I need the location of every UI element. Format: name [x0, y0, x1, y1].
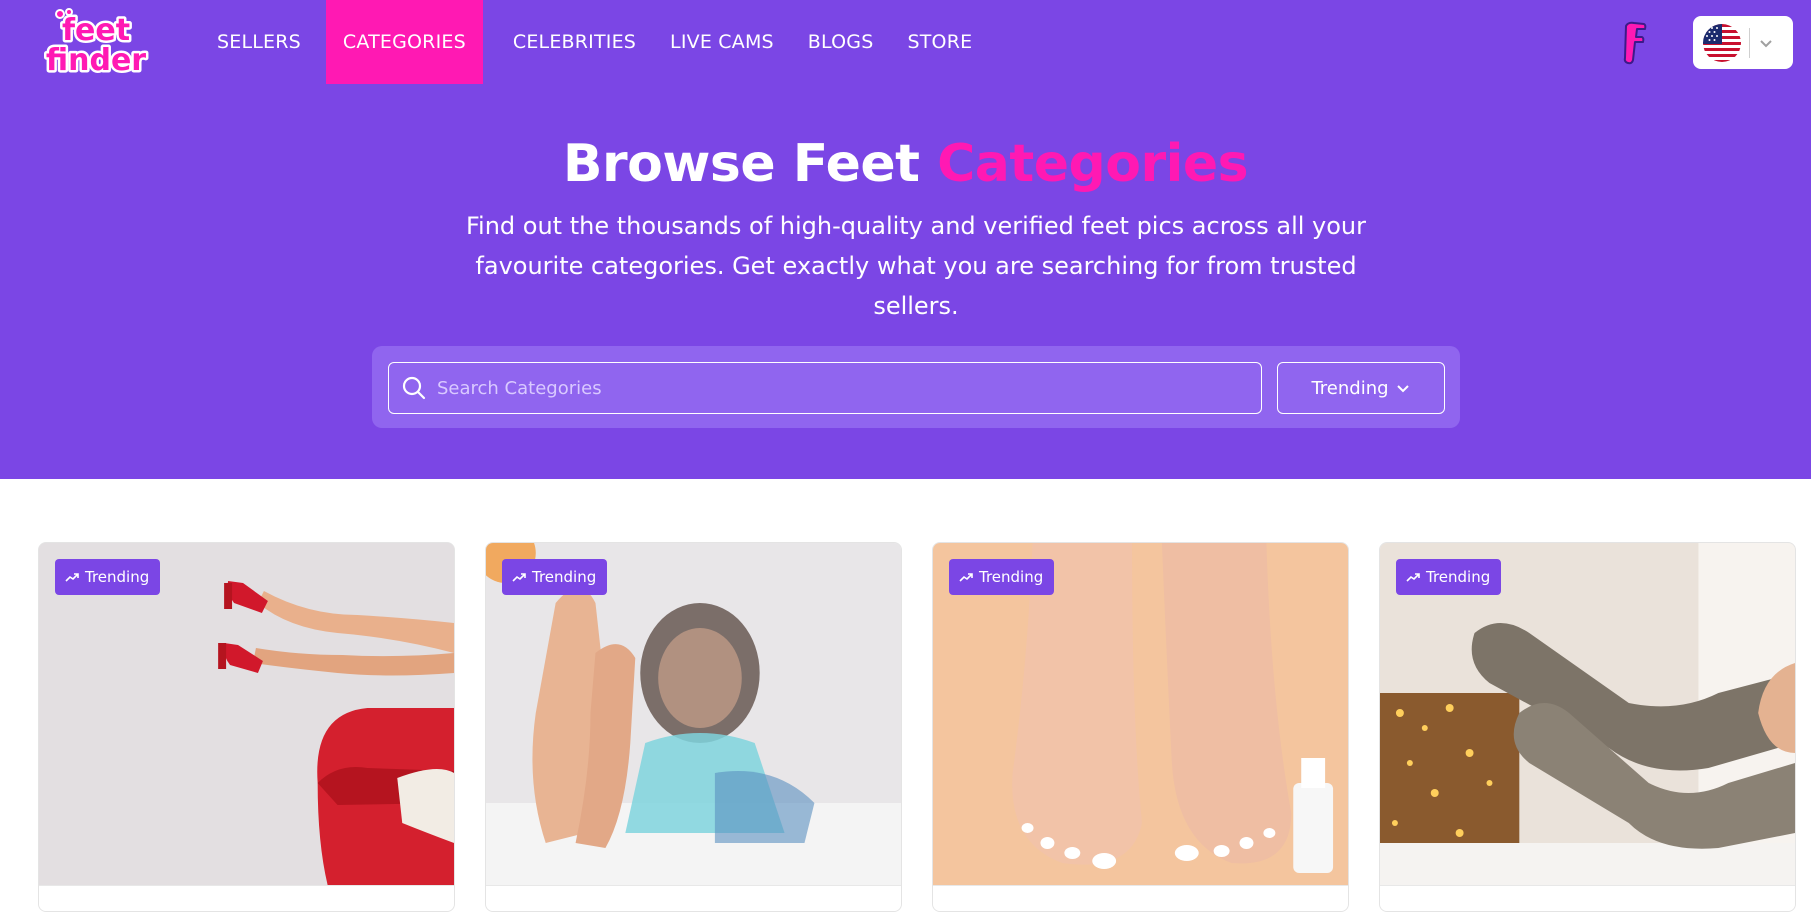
trending-badge: Trending [949, 559, 1055, 595]
trending-badge: Trending [502, 559, 608, 595]
category-card[interactable]: Trending [932, 542, 1349, 912]
nav-categories[interactable]: CATEGORIES [325, 0, 483, 84]
badge-label: Trending [979, 568, 1044, 586]
chevron-down-icon [1395, 380, 1411, 396]
trending-badge: Trending [55, 559, 161, 595]
language-divider [1749, 27, 1750, 58]
badge-label: Trending [1426, 568, 1491, 586]
search-panel: Trending [372, 346, 1460, 428]
nav-blogs[interactable]: BLOGS [791, 0, 891, 84]
sort-dropdown[interactable]: Trending [1277, 362, 1445, 414]
nav-store[interactable]: STORE [890, 0, 989, 84]
us-flag-icon [1703, 23, 1741, 62]
feet-finder-logo[interactable]: feet finder [40, 8, 152, 81]
category-card[interactable]: Trending [38, 542, 455, 912]
search-input[interactable] [437, 368, 1261, 408]
category-card[interactable]: Trending [485, 542, 902, 912]
page-title: Browse Feet Categories [0, 134, 1811, 194]
trending-up-icon [959, 573, 973, 582]
badge-label: Trending [85, 568, 150, 586]
language-selector[interactable] [1693, 16, 1793, 69]
trending-up-icon [1406, 573, 1420, 582]
hero-banner: feet finder SELLERS CATEGORIES CELEBRITI… [0, 0, 1811, 479]
badge-label: Trending [532, 568, 597, 586]
nav-celebrities[interactable]: CELEBRITIES [496, 0, 653, 84]
sort-label: Trending [1311, 377, 1389, 399]
card-footer [486, 885, 901, 911]
svg-text:finder: finder [46, 43, 146, 78]
trending-up-icon [65, 573, 79, 582]
search-icon [401, 375, 427, 401]
search-box[interactable] [388, 362, 1262, 414]
card-footer [933, 885, 1348, 911]
page-subtitle: Find out the thousands of high-quality a… [465, 212, 1366, 320]
card-footer [39, 885, 454, 911]
nav-sellers[interactable]: SELLERS [200, 0, 318, 84]
trending-up-icon [512, 573, 526, 582]
main-nav: SELLERS CATEGORIES CELEBRITIES LIVE CAMS… [200, 0, 989, 84]
category-card[interactable]: Trending [1379, 542, 1796, 912]
title-main: Browse Feet [562, 134, 920, 194]
feet-finder-f-icon[interactable] [1620, 20, 1648, 66]
title-accent: Categories [937, 134, 1249, 194]
trending-badge: Trending [1396, 559, 1502, 595]
nav-live-cams[interactable]: LIVE CAMS [653, 0, 791, 84]
card-footer [1380, 885, 1795, 911]
chevron-down-icon [1758, 35, 1774, 51]
